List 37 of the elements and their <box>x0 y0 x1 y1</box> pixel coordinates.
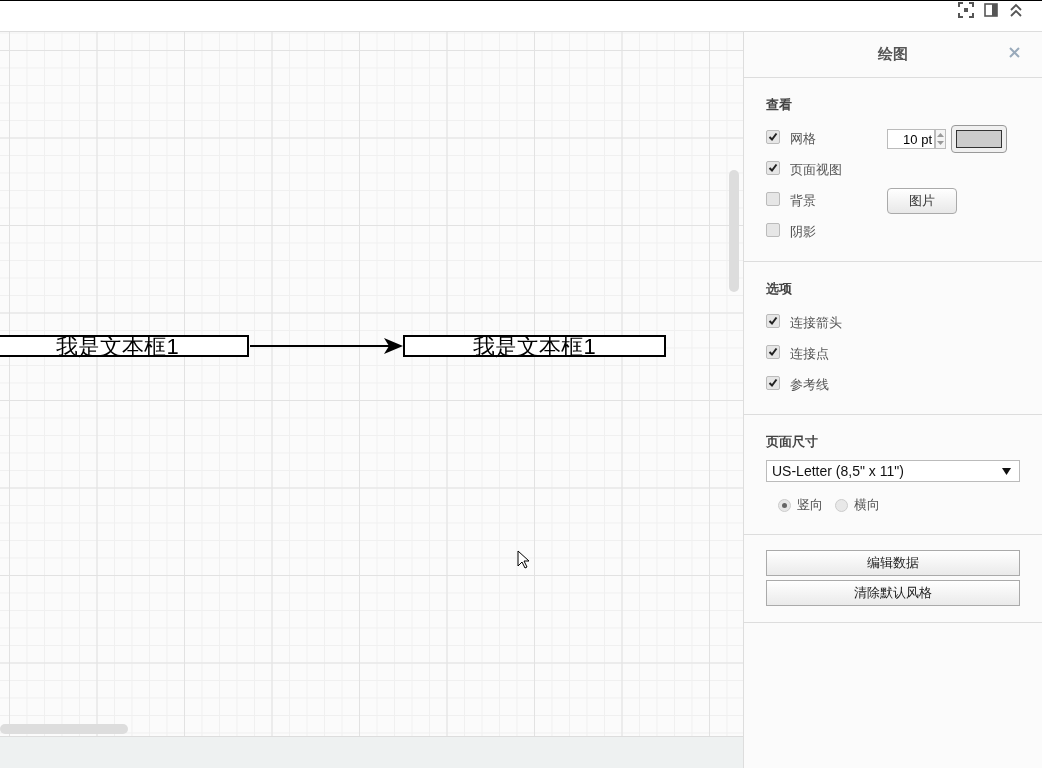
action-button[interactable]: 清除默认风格 <box>766 580 1020 606</box>
checkbox[interactable] <box>766 313 780 328</box>
caret-icon[interactable] <box>1002 467 1011 475</box>
connector-arrow[interactable] <box>250 337 403 355</box>
checkbox[interactable] <box>766 222 780 237</box>
option-label: 网格 <box>790 129 817 148</box>
action-button[interactable]: 编辑数据 <box>766 550 1020 576</box>
option-label: 连接箭头 <box>790 313 843 332</box>
panel-icon[interactable] <box>984 3 998 17</box>
cursor-icon <box>517 550 530 569</box>
option-label: 连接点 <box>790 344 830 363</box>
section-heading: 页面尺寸 <box>766 433 819 451</box>
checkbox[interactable] <box>766 191 780 206</box>
option-label: 参考线 <box>790 375 830 394</box>
fit-screen-icon[interactable] <box>958 2 974 18</box>
grid-size-field[interactable]: 10 pt <box>887 128 935 149</box>
checkbox[interactable] <box>766 129 780 144</box>
section-heading: 选项 <box>766 280 793 298</box>
checkbox[interactable] <box>766 160 780 175</box>
image-button[interactable]: 图片 <box>887 187 957 214</box>
radio-button[interactable] <box>778 498 791 512</box>
collapse-icon[interactable] <box>1008 2 1024 18</box>
option-label: 阴影 <box>790 222 817 241</box>
spinner-icon[interactable] <box>935 128 946 149</box>
checkbox[interactable] <box>766 375 780 390</box>
checkbox[interactable] <box>766 344 780 359</box>
option-label: 页面视图 <box>790 160 843 179</box>
panel-title: 绘图 <box>878 45 908 64</box>
radio-label: 横向 <box>854 496 880 514</box>
option-label: 背景 <box>790 191 817 210</box>
page-size-dropdown[interactable]: US-Letter (8,5" x 11") <box>766 460 1020 482</box>
radio-label: 竖向 <box>797 496 823 514</box>
vertical-scrollbar[interactable] <box>729 170 739 292</box>
color-swatch[interactable] <box>951 124 1007 153</box>
radio-button[interactable] <box>835 498 848 512</box>
section-heading: 查看 <box>766 96 793 114</box>
horizontal-scrollbar[interactable] <box>0 724 128 734</box>
